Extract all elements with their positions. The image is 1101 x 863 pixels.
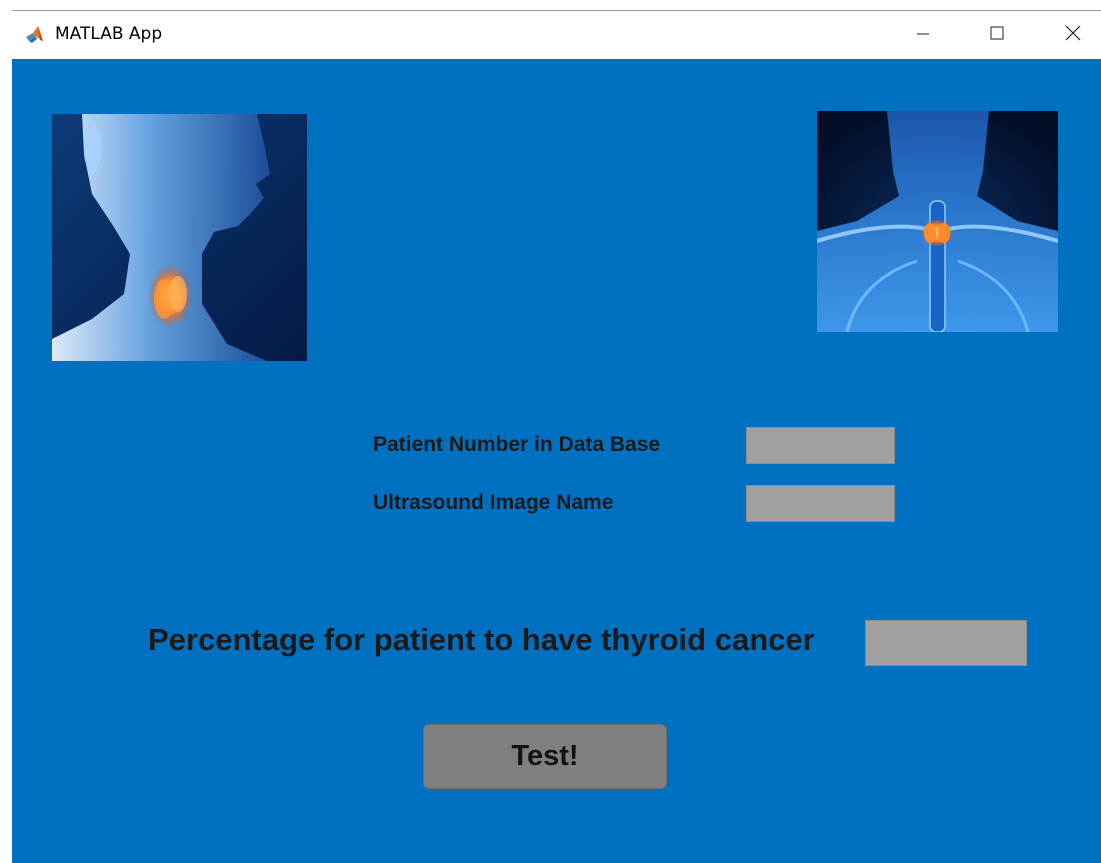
title-bar[interactable]: MATLAB App: [12, 11, 1101, 59]
window-left-border: [0, 11, 12, 863]
app-canvas: Patient Number in Data Base Ultrasound I…: [12, 59, 1101, 863]
close-button[interactable]: [1050, 11, 1096, 59]
test-button-label: Test!: [511, 740, 579, 772]
maximize-button[interactable]: [974, 11, 1020, 59]
window-title: MATLAB App: [55, 24, 163, 44]
cancer-percentage-label: Percentage for patient to have thyroid c…: [148, 622, 815, 657]
maximize-icon: [989, 25, 1005, 46]
thyroid-neck-side-view-image: [52, 114, 307, 361]
matlab-logo-icon: [25, 25, 45, 45]
patient-number-label: Patient Number in Data Base: [373, 433, 661, 456]
cancer-percentage-field[interactable]: [865, 620, 1027, 666]
ultrasound-image-name-field[interactable]: [746, 485, 895, 522]
thyroid-neck-front-view-image: [816, 111, 1059, 333]
minimize-button[interactable]: [900, 11, 946, 59]
patient-number-field[interactable]: [746, 427, 895, 464]
ultrasound-image-name-label: Ultrasound Image Name: [373, 491, 614, 514]
test-button[interactable]: Test!: [423, 724, 667, 789]
close-icon: [1065, 25, 1081, 46]
minimize-icon: [915, 25, 931, 46]
